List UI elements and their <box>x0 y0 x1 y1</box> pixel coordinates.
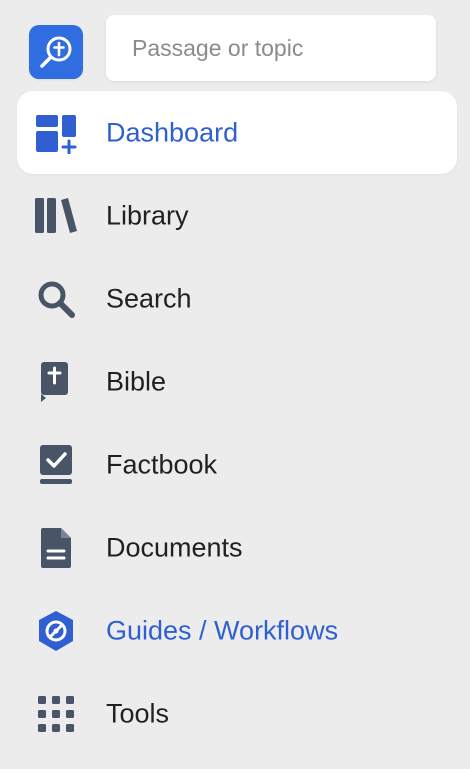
factbook-icon <box>35 444 77 486</box>
search-passage-icon <box>40 36 72 68</box>
nav-item-label: Factbook <box>106 449 218 479</box>
bible-icon <box>35 361 77 403</box>
nav-item-label: Documents <box>106 532 243 562</box>
nav-item-factbook[interactable]: Factbook <box>0 423 470 506</box>
logo-button[interactable] <box>29 25 83 79</box>
nav-item-label: Tools <box>106 698 170 728</box>
search-field[interactable] <box>106 14 436 82</box>
nav-item-label: Search <box>106 283 192 313</box>
document-icon <box>35 527 77 569</box>
search-input[interactable] <box>130 14 436 82</box>
nav-item-library[interactable]: Library <box>0 174 470 257</box>
nav-item-search[interactable]: Search <box>0 257 470 340</box>
dashboard-icon <box>35 112 77 154</box>
tools-icon <box>35 693 77 735</box>
search-icon <box>35 278 77 320</box>
sidebar-nav: Dashboard Library Search Bible Factbook … <box>0 91 470 755</box>
nav-item-label: Guides / Workflows <box>106 615 339 645</box>
nav-item-bible[interactable]: Bible <box>0 340 470 423</box>
nav-item-label: Bible <box>106 366 167 396</box>
nav-item-documents[interactable]: Documents <box>0 506 470 589</box>
nav-item-label: Library <box>106 200 189 230</box>
library-icon <box>35 195 77 237</box>
top-bar <box>0 0 470 92</box>
nav-item-label: Dashboard <box>106 117 239 147</box>
guides-icon <box>35 610 77 652</box>
nav-item-guides-workflows[interactable]: Guides / Workflows <box>0 589 470 672</box>
nav-item-tools[interactable]: Tools <box>0 672 470 755</box>
nav-item-dashboard[interactable]: Dashboard <box>17 91 457 174</box>
